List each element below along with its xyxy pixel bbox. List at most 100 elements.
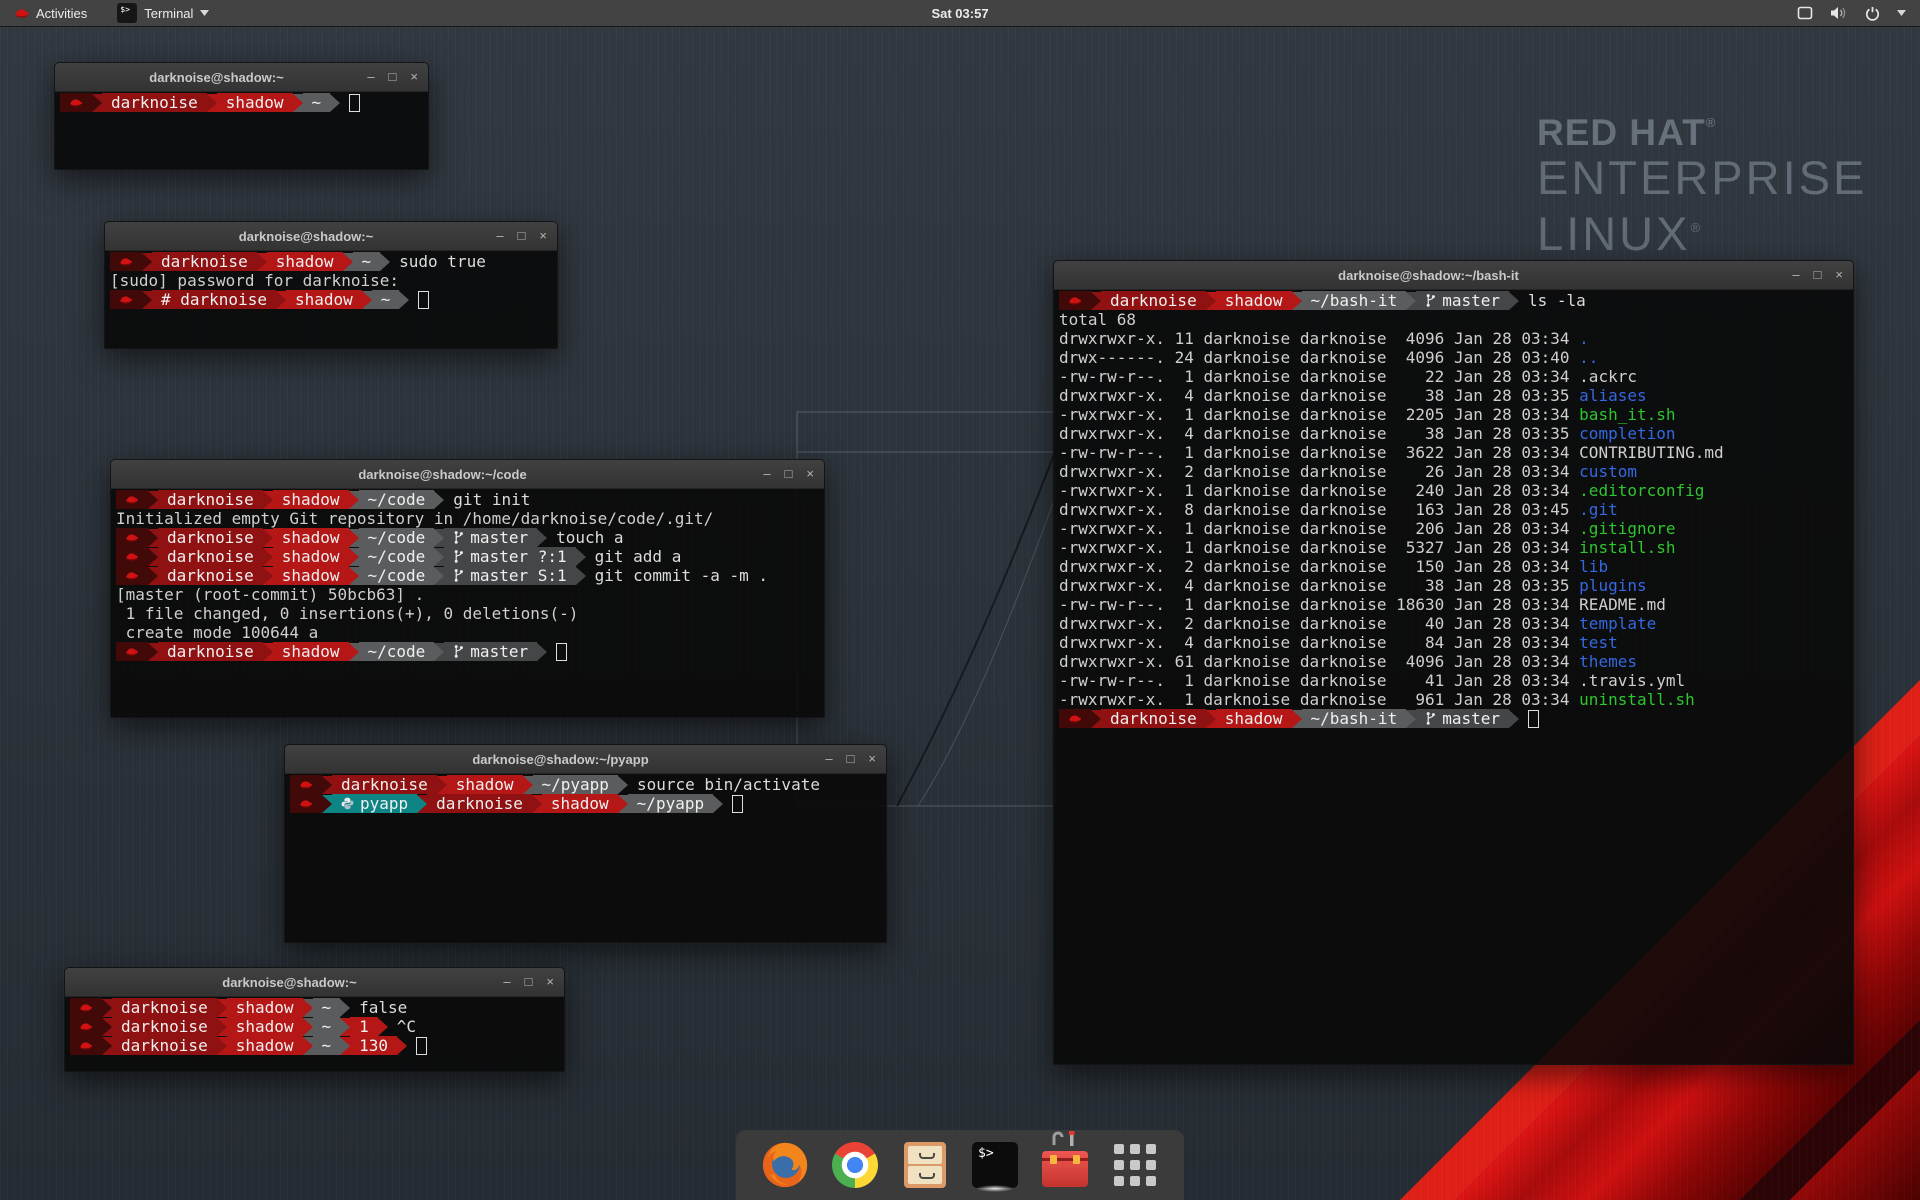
powerline-separator xyxy=(102,999,112,1017)
terminal-window-bash-it[interactable]: darknoise@shadow:~/bash-it – □ × darknoi… xyxy=(1053,260,1854,1065)
terminal-content[interactable]: darknoiseshadow~falsedarknoiseshadow~1^C… xyxy=(65,997,564,1056)
titlebar[interactable]: darknoise@shadow:~/pyapp – □ × xyxy=(285,745,886,774)
terminal-content[interactable]: darknoiseshadow~/codegit initInitialized… xyxy=(111,489,824,662)
window-title: darknoise@shadow:~ xyxy=(145,229,467,244)
caret-down-icon[interactable] xyxy=(1897,10,1906,16)
powerline-separator xyxy=(217,1037,227,1055)
ls-row-name: install.sh xyxy=(1579,538,1675,557)
ls-row-meta: -rw-rw-r--. 1 darknoise darknoise 41 Jan… xyxy=(1059,671,1579,690)
maximize-button[interactable]: □ xyxy=(525,968,533,996)
powerline-separator xyxy=(92,94,102,112)
prompt-segment-path: ~/bash-it xyxy=(1302,291,1407,310)
ls-row: drwxrwxr-x. 2 darknoise darknoise 40 Jan… xyxy=(1059,614,1848,633)
terminal-content[interactable]: darknoiseshadow~ xyxy=(55,92,428,113)
maximize-button[interactable]: □ xyxy=(847,745,855,773)
ls-row-name: themes xyxy=(1579,652,1637,671)
prompt-segment-git: master xyxy=(1416,709,1509,728)
dock-firefox[interactable] xyxy=(758,1138,812,1192)
terminal-content[interactable]: darknoiseshadow~/pyappsource bin/activat… xyxy=(285,774,886,814)
powerline-separator xyxy=(380,253,390,271)
ls-row-name: lib xyxy=(1579,557,1608,576)
powerline-separator xyxy=(207,94,217,112)
powerline-separator xyxy=(322,795,332,813)
dock-app-grid[interactable] xyxy=(1108,1138,1162,1192)
ls-row: drwxrwxr-x. 4 darknoise darknoise 38 Jan… xyxy=(1059,424,1848,443)
minimize-button[interactable]: – xyxy=(763,460,770,488)
ls-row: -rwxrwxr-x. 1 darknoise darknoise 5327 J… xyxy=(1059,538,1848,557)
ls-row: drwxrwxr-x. 2 darknoise darknoise 150 Ja… xyxy=(1059,557,1848,576)
app-grid-icon xyxy=(1114,1144,1156,1186)
maximize-button[interactable]: □ xyxy=(518,222,526,250)
ls-row: -rw-rw-r--. 1 darknoise darknoise 18630 … xyxy=(1059,595,1848,614)
powerline-separator xyxy=(1292,292,1302,310)
powerline-separator xyxy=(437,776,447,794)
terminal-content[interactable]: darknoiseshadow~/bash-itmasterls -latota… xyxy=(1054,290,1853,729)
terminal-cursor xyxy=(418,291,429,309)
powerline-separator xyxy=(263,567,273,585)
focused-app-menu[interactable]: $> Terminal xyxy=(113,0,213,26)
maximize-button[interactable]: □ xyxy=(389,63,397,91)
maximize-button[interactable]: □ xyxy=(785,460,793,488)
terminal-content[interactable]: darknoiseshadow~sudo true[sudo] password… xyxy=(105,251,557,310)
powerline-separator xyxy=(434,548,444,566)
dock-files[interactable] xyxy=(898,1138,952,1192)
toolbox-icon xyxy=(1042,1143,1088,1187)
logo-redhat-line: RED HAT® xyxy=(1537,103,1867,153)
branch-icon xyxy=(453,568,464,583)
titlebar[interactable]: darknoise@shadow:~/bash-it – □ × xyxy=(1054,261,1853,290)
powerline-separator xyxy=(434,529,444,547)
ls-row-meta: drwx------. 24 darknoise darknoise 4096 … xyxy=(1059,348,1579,367)
titlebar[interactable]: darknoise@shadow:~ – □ × xyxy=(105,222,557,251)
terminal-window-exitcodes[interactable]: darknoise@shadow:~ – □ × darknoiseshadow… xyxy=(64,967,565,1072)
ls-row-name: bash_it.sh xyxy=(1579,405,1675,424)
minimize-button[interactable]: – xyxy=(503,968,510,996)
prompt-segment-host: shadow xyxy=(273,528,349,547)
ls-row-meta: drwxrwxr-x. 2 darknoise darknoise 26 Jan… xyxy=(1059,462,1579,481)
window-icon[interactable] xyxy=(1797,6,1813,20)
close-button[interactable]: × xyxy=(539,222,547,250)
powerline-separator xyxy=(343,253,353,271)
titlebar[interactable]: darknoise@shadow:~/code – □ × xyxy=(111,460,824,489)
dock: $> xyxy=(736,1130,1184,1200)
close-button[interactable]: × xyxy=(546,968,554,996)
powerline-separator xyxy=(349,491,359,509)
window-title: darknoise@shadow:~/code xyxy=(151,467,734,482)
titlebar[interactable]: darknoise@shadow:~ – □ × xyxy=(65,968,564,997)
clock[interactable]: Sat 03:57 xyxy=(0,6,1920,21)
powerline-separator xyxy=(263,491,273,509)
dock-terminal[interactable]: $> xyxy=(968,1138,1022,1192)
terminal-window-sudo[interactable]: darknoise@shadow:~ – □ × darknoiseshadow… xyxy=(104,221,558,349)
minimize-button[interactable]: – xyxy=(496,222,503,250)
close-button[interactable]: × xyxy=(1835,261,1843,289)
close-button[interactable]: × xyxy=(806,460,814,488)
redhat-icon xyxy=(119,256,133,267)
terminal-window-code[interactable]: darknoise@shadow:~/code – □ × darknoise s… xyxy=(110,459,825,718)
prompt-segment-path: ~ xyxy=(372,290,400,309)
volume-icon[interactable] xyxy=(1830,6,1848,20)
terminal-window-pyapp[interactable]: darknoise@shadow:~/pyapp – □ × darknoise… xyxy=(284,744,887,943)
prompt-line: darknoiseshadow~/bash-itmasterls -la xyxy=(1059,291,1848,310)
prompt-segment-hat xyxy=(110,252,142,271)
terminal-cursor xyxy=(556,643,567,661)
minimize-button[interactable]: – xyxy=(1792,261,1799,289)
prompt-segment-host: shadow xyxy=(217,93,293,112)
command-text: git add a xyxy=(595,547,682,566)
dock-chrome[interactable] xyxy=(828,1138,882,1192)
close-button[interactable]: × xyxy=(868,745,876,773)
dock-toolbox[interactable] xyxy=(1038,1138,1092,1192)
maximize-button[interactable]: □ xyxy=(1814,261,1822,289)
terminal-cursor xyxy=(416,1037,427,1055)
minimize-button[interactable]: – xyxy=(825,745,832,773)
terminal-window-home-small[interactable]: darknoise@shadow:~ – □ × darknoiseshadow… xyxy=(54,62,429,170)
ls-row-name: .. xyxy=(1579,348,1598,367)
redhat-icon xyxy=(119,294,133,305)
prompt-segment-user: darknoise xyxy=(158,490,263,509)
power-icon[interactable] xyxy=(1865,6,1880,21)
titlebar[interactable]: darknoise@shadow:~ – □ × xyxy=(55,63,428,92)
activities-button[interactable]: Activities xyxy=(8,0,93,26)
redhat-icon xyxy=(79,1002,93,1013)
close-button[interactable]: × xyxy=(410,63,418,91)
powerline-separator xyxy=(142,253,152,271)
prompt-segment-host: shadow xyxy=(447,775,523,794)
minimize-button[interactable]: – xyxy=(367,63,374,91)
